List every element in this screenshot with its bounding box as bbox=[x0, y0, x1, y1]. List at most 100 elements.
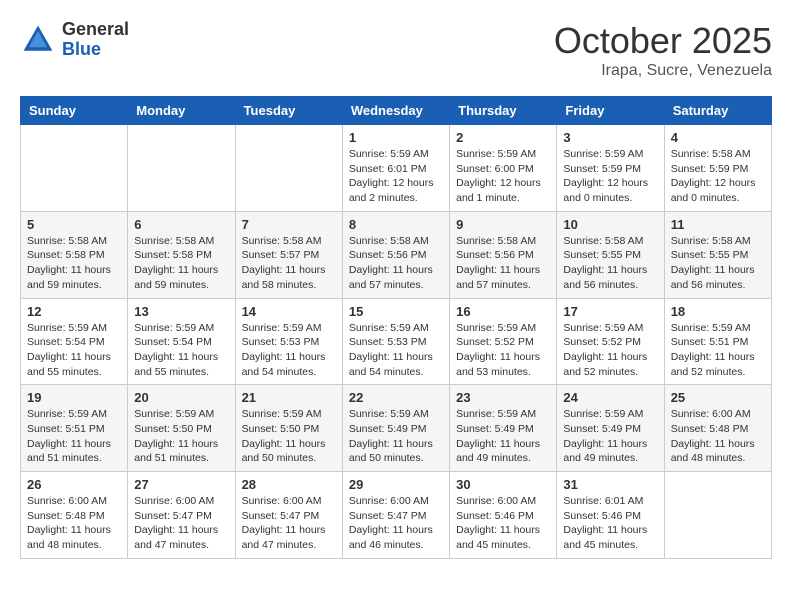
calendar-week-1: 1Sunrise: 5:59 AM Sunset: 6:01 PM Daylig… bbox=[21, 125, 772, 212]
calendar: SundayMondayTuesdayWednesdayThursdayFrid… bbox=[20, 96, 772, 559]
day-number: 15 bbox=[349, 304, 443, 319]
calendar-cell: 23 Sunrise: 5:59 AM Sunset: 5:49 PM Dayli… bbox=[450, 385, 557, 472]
day-info: Sunrise: 5:58 AM Sunset: 5:58 PM Dayligh… bbox=[27, 234, 121, 293]
logo-icon bbox=[20, 22, 56, 58]
day-number: 10 bbox=[563, 217, 657, 232]
title-block: October 2025 Irapa, Sucre, Venezuela bbox=[554, 20, 772, 80]
day-number: 22 bbox=[349, 390, 443, 405]
calendar-cell: 4Sunrise: 5:58 AM Sunset: 5:59 PM Daylig… bbox=[664, 125, 771, 212]
day-info: Sunrise: 5:58 AM Sunset: 5:58 PM Dayligh… bbox=[134, 234, 228, 293]
day-number: 6 bbox=[134, 217, 228, 232]
weekday-header-sunday: Sunday bbox=[21, 97, 128, 125]
day-info: Sunrise: 5:59 AM Sunset: 5:52 PM Dayligh… bbox=[563, 321, 657, 380]
day-number: 9 bbox=[456, 217, 550, 232]
day-info: Sunrise: 5:59 AM Sunset: 5:49 PM Dayligh… bbox=[456, 407, 550, 466]
calendar-cell bbox=[235, 125, 342, 212]
day-info: Sunrise: 5:59 AM Sunset: 5:50 PM Dayligh… bbox=[242, 407, 336, 466]
day-number: 18 bbox=[671, 304, 765, 319]
calendar-cell: 8Sunrise: 5:58 AM Sunset: 5:56 PM Daylig… bbox=[342, 211, 449, 298]
day-info: Sunrise: 5:59 AM Sunset: 5:52 PM Dayligh… bbox=[456, 321, 550, 380]
page-header: General Blue October 2025 Irapa, Sucre, … bbox=[20, 20, 772, 80]
calendar-cell: 19 Sunrise: 5:59 AM Sunset: 5:51 PM Dayli… bbox=[21, 385, 128, 472]
calendar-cell bbox=[128, 125, 235, 212]
calendar-cell: 22 Sunrise: 5:59 AM Sunset: 5:49 PM Dayli… bbox=[342, 385, 449, 472]
weekday-header-thursday: Thursday bbox=[450, 97, 557, 125]
calendar-cell: 17 Sunrise: 5:59 AM Sunset: 5:52 PM Dayli… bbox=[557, 298, 664, 385]
day-info: Sunrise: 6:00 AM Sunset: 5:47 PM Dayligh… bbox=[349, 494, 443, 553]
weekday-header-tuesday: Tuesday bbox=[235, 97, 342, 125]
day-number: 29 bbox=[349, 477, 443, 492]
day-number: 7 bbox=[242, 217, 336, 232]
calendar-week-4: 19 Sunrise: 5:59 AM Sunset: 5:51 PM Dayli… bbox=[21, 385, 772, 472]
calendar-cell: 29 Sunrise: 6:00 AM Sunset: 5:47 PM Dayli… bbox=[342, 472, 449, 559]
day-info: Sunrise: 5:59 AM Sunset: 5:53 PM Dayligh… bbox=[349, 321, 443, 380]
calendar-cell: 24 Sunrise: 5:59 AM Sunset: 5:49 PM Dayli… bbox=[557, 385, 664, 472]
day-info: Sunrise: 5:58 AM Sunset: 5:56 PM Dayligh… bbox=[456, 234, 550, 293]
weekday-header-monday: Monday bbox=[128, 97, 235, 125]
calendar-cell: 1Sunrise: 5:59 AM Sunset: 6:01 PM Daylig… bbox=[342, 125, 449, 212]
day-info: Sunrise: 5:58 AM Sunset: 5:55 PM Dayligh… bbox=[671, 234, 765, 293]
logo-blue: Blue bbox=[62, 40, 129, 60]
weekday-header-wednesday: Wednesday bbox=[342, 97, 449, 125]
calendar-cell: 15 Sunrise: 5:59 AM Sunset: 5:53 PM Dayli… bbox=[342, 298, 449, 385]
day-number: 12 bbox=[27, 304, 121, 319]
weekday-header-saturday: Saturday bbox=[664, 97, 771, 125]
day-number: 19 bbox=[27, 390, 121, 405]
calendar-cell: 9 Sunrise: 5:58 AM Sunset: 5:56 PM Daylig… bbox=[450, 211, 557, 298]
day-info: Sunrise: 5:59 AM Sunset: 5:54 PM Dayligh… bbox=[134, 321, 228, 380]
day-info: Sunrise: 5:59 AM Sunset: 5:51 PM Dayligh… bbox=[671, 321, 765, 380]
calendar-cell: 7Sunrise: 5:58 AM Sunset: 5:57 PM Daylig… bbox=[235, 211, 342, 298]
calendar-cell: 21 Sunrise: 5:59 AM Sunset: 5:50 PM Dayli… bbox=[235, 385, 342, 472]
calendar-cell: 10 Sunrise: 5:58 AM Sunset: 5:55 PM Dayli… bbox=[557, 211, 664, 298]
calendar-cell: 18 Sunrise: 5:59 AM Sunset: 5:51 PM Dayli… bbox=[664, 298, 771, 385]
day-number: 2 bbox=[456, 130, 550, 145]
weekday-header-friday: Friday bbox=[557, 97, 664, 125]
calendar-cell: 2Sunrise: 5:59 AM Sunset: 6:00 PM Daylig… bbox=[450, 125, 557, 212]
day-number: 24 bbox=[563, 390, 657, 405]
day-info: Sunrise: 5:59 AM Sunset: 6:01 PM Dayligh… bbox=[349, 147, 443, 206]
day-info: Sunrise: 5:59 AM Sunset: 5:49 PM Dayligh… bbox=[349, 407, 443, 466]
calendar-cell: 30 Sunrise: 6:00 AM Sunset: 5:46 PM Dayli… bbox=[450, 472, 557, 559]
day-info: Sunrise: 6:00 AM Sunset: 5:46 PM Dayligh… bbox=[456, 494, 550, 553]
day-number: 23 bbox=[456, 390, 550, 405]
calendar-cell: 31 Sunrise: 6:01 AM Sunset: 5:46 PM Dayli… bbox=[557, 472, 664, 559]
weekday-header-row: SundayMondayTuesdayWednesdayThursdayFrid… bbox=[21, 97, 772, 125]
day-number: 20 bbox=[134, 390, 228, 405]
calendar-cell: 20 Sunrise: 5:59 AM Sunset: 5:50 PM Dayli… bbox=[128, 385, 235, 472]
day-info: Sunrise: 5:59 AM Sunset: 5:59 PM Dayligh… bbox=[563, 147, 657, 206]
day-number: 13 bbox=[134, 304, 228, 319]
day-number: 30 bbox=[456, 477, 550, 492]
day-info: Sunrise: 6:00 AM Sunset: 5:48 PM Dayligh… bbox=[671, 407, 765, 466]
day-info: Sunrise: 6:00 AM Sunset: 5:47 PM Dayligh… bbox=[242, 494, 336, 553]
calendar-cell: 13 Sunrise: 5:59 AM Sunset: 5:54 PM Dayli… bbox=[128, 298, 235, 385]
day-number: 31 bbox=[563, 477, 657, 492]
day-number: 21 bbox=[242, 390, 336, 405]
calendar-week-2: 5 Sunrise: 5:58 AM Sunset: 5:58 PM Daylig… bbox=[21, 211, 772, 298]
day-number: 26 bbox=[27, 477, 121, 492]
day-info: Sunrise: 5:59 AM Sunset: 5:50 PM Dayligh… bbox=[134, 407, 228, 466]
day-info: Sunrise: 5:59 AM Sunset: 5:49 PM Dayligh… bbox=[563, 407, 657, 466]
day-number: 3 bbox=[563, 130, 657, 145]
calendar-week-5: 26 Sunrise: 6:00 AM Sunset: 5:48 PM Dayli… bbox=[21, 472, 772, 559]
day-info: Sunrise: 5:59 AM Sunset: 5:51 PM Dayligh… bbox=[27, 407, 121, 466]
calendar-cell: 27Sunrise: 6:00 AM Sunset: 5:47 PM Dayli… bbox=[128, 472, 235, 559]
day-number: 17 bbox=[563, 304, 657, 319]
day-number: 8 bbox=[349, 217, 443, 232]
calendar-cell: 5 Sunrise: 5:58 AM Sunset: 5:58 PM Daylig… bbox=[21, 211, 128, 298]
calendar-cell: 25 Sunrise: 6:00 AM Sunset: 5:48 PM Dayli… bbox=[664, 385, 771, 472]
month-title: October 2025 bbox=[554, 20, 772, 62]
day-info: Sunrise: 6:00 AM Sunset: 5:48 PM Dayligh… bbox=[27, 494, 121, 553]
logo-text: General Blue bbox=[62, 20, 129, 60]
day-info: Sunrise: 5:58 AM Sunset: 5:55 PM Dayligh… bbox=[563, 234, 657, 293]
day-info: Sunrise: 6:01 AM Sunset: 5:46 PM Dayligh… bbox=[563, 494, 657, 553]
day-number: 5 bbox=[27, 217, 121, 232]
calendar-cell: 16Sunrise: 5:59 AM Sunset: 5:52 PM Dayli… bbox=[450, 298, 557, 385]
day-number: 11 bbox=[671, 217, 765, 232]
day-number: 25 bbox=[671, 390, 765, 405]
day-info: Sunrise: 5:58 AM Sunset: 5:59 PM Dayligh… bbox=[671, 147, 765, 206]
day-info: Sunrise: 5:59 AM Sunset: 5:54 PM Dayligh… bbox=[27, 321, 121, 380]
calendar-cell: 12 Sunrise: 5:59 AM Sunset: 5:54 PM Dayli… bbox=[21, 298, 128, 385]
calendar-cell bbox=[664, 472, 771, 559]
day-info: Sunrise: 5:59 AM Sunset: 5:53 PM Dayligh… bbox=[242, 321, 336, 380]
location: Irapa, Sucre, Venezuela bbox=[554, 62, 772, 80]
